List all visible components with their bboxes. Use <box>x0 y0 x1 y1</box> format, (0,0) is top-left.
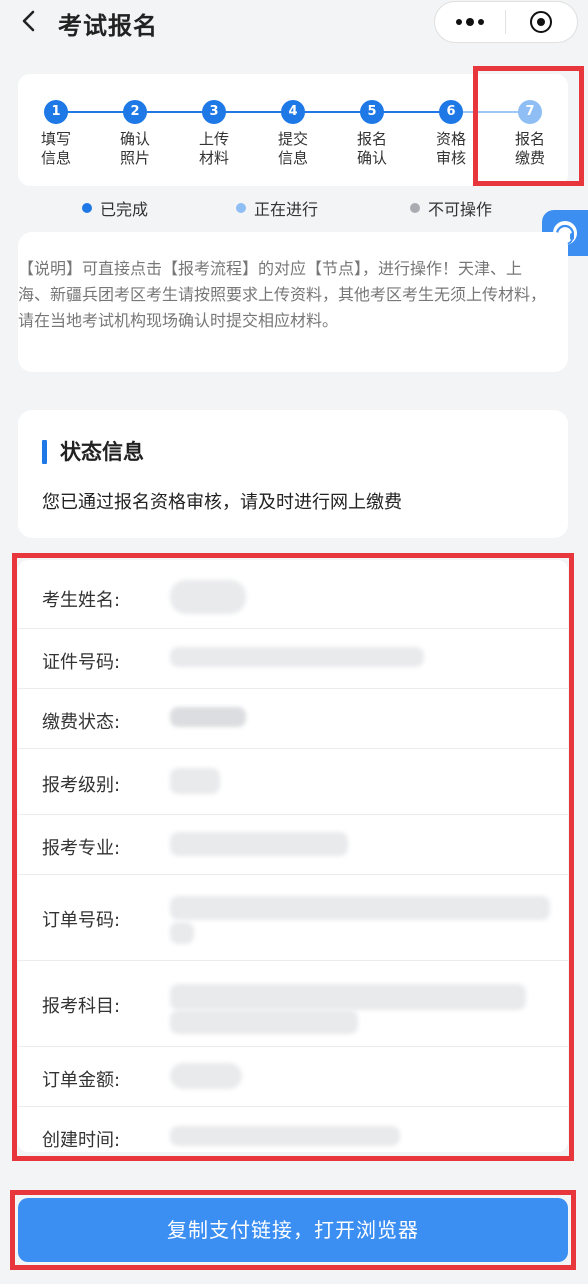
redacted-value <box>170 1063 242 1089</box>
info-row-id: 证件号码: <box>18 628 568 689</box>
step-upload-materials[interactable]: 3 上传 材料 <box>184 100 244 168</box>
candidate-info-card: 考生姓名: 证件号码: 缴费状态: 报考级别: 报考专业: 订单号码: 报考科目… <box>18 560 568 1152</box>
mini-program-capsule <box>434 1 578 43</box>
progress-steps-card: 1 填写 信息 2 确认 照片 3 上传 材料 4 提交 信息 5 报名 确认 6 资格审… <box>18 74 568 186</box>
more-dots-icon <box>456 18 484 26</box>
legend-current: 正在进行 <box>236 196 318 220</box>
step-number: 3 <box>202 100 226 124</box>
info-label: 报考专业: <box>42 838 121 859</box>
current-dot-icon <box>236 203 246 213</box>
info-label: 证件号码: <box>42 652 121 673</box>
instruction-note-card: 【说明】可直接点击【报考流程】的对应【节点】，进行操作！天津、上海、新疆兵团考区… <box>18 232 568 372</box>
info-row-pay-status: 缴费状态: <box>18 688 568 749</box>
redacted-value <box>170 768 220 794</box>
instruction-text: 【说明】可直接点击【报考流程】的对应【节点】，进行操作！天津、上海、新疆兵团考区… <box>18 259 547 330</box>
info-label: 报考科目: <box>42 996 121 1017</box>
legend-done: 已完成 <box>82 196 148 220</box>
info-label: 报考级别: <box>42 775 121 796</box>
step-number: 5 <box>360 100 384 124</box>
info-row-order-no: 订单号码: <box>18 874 568 961</box>
section-marker <box>42 440 47 464</box>
legend-label: 正在进行 <box>254 200 319 219</box>
step-submit-info[interactable]: 4 提交 信息 <box>263 100 323 168</box>
redacted-value <box>170 707 246 727</box>
copy-payment-link-button[interactable]: 复制支付链接，打开浏览器 <box>18 1198 568 1262</box>
redacted-value <box>170 922 194 944</box>
step-number: 7 <box>518 100 542 124</box>
nav-bar: 考试报名 <box>0 0 588 46</box>
page-title: 考试报名 <box>58 12 158 40</box>
step-label: 报名 确认 <box>356 130 387 167</box>
redacted-value <box>170 984 526 1010</box>
info-label: 缴费状态: <box>42 712 121 733</box>
info-row-name: 考生姓名: <box>18 560 568 629</box>
step-label: 提交 信息 <box>277 130 308 167</box>
redacted-value <box>170 1010 358 1034</box>
step-registration-payment[interactable]: 7 报名 缴费 <box>500 100 560 168</box>
info-row-major: 报考专业: <box>18 814 568 875</box>
status-info-card: 状态信息 您已通过报名资格审核，请及时进行网上缴费 <box>18 410 568 538</box>
step-label: 确认 照片 <box>119 130 150 167</box>
redacted-value <box>170 1126 400 1146</box>
redacted-value <box>170 832 348 856</box>
info-row-created: 创建时间: <box>18 1106 568 1152</box>
chevron-left-icon[interactable] <box>16 8 42 34</box>
step-registration-confirm[interactable]: 5 报名 确认 <box>342 100 402 168</box>
redacted-value <box>170 647 424 667</box>
close-button[interactable] <box>506 2 576 42</box>
info-row-level: 报考级别: <box>18 748 568 815</box>
status-message: 您已通过报名资格审核，请及时进行网上缴费 <box>42 492 402 513</box>
info-label: 订单号码: <box>42 910 121 931</box>
step-label: 资格 审核 <box>435 130 466 167</box>
step-number: 4 <box>281 100 305 124</box>
target-circle-icon <box>530 11 552 33</box>
done-dot-icon <box>82 203 92 213</box>
legend-disabled: 不可操作 <box>410 196 492 220</box>
legend-label: 不可操作 <box>428 200 493 219</box>
step-label: 上传 材料 <box>198 130 229 167</box>
step-label: 填写 信息 <box>40 130 71 167</box>
info-label: 创建时间: <box>42 1130 121 1151</box>
step-number: 2 <box>123 100 147 124</box>
more-button[interactable] <box>435 2 505 42</box>
step-qualification-review[interactable]: 6 资格 审核 <box>421 100 481 168</box>
step-number: 1 <box>44 100 68 124</box>
step-label: 报名 缴费 <box>514 130 545 167</box>
step-confirm-photo[interactable]: 2 确认 照片 <box>105 100 165 168</box>
info-row-amount: 订单金额: <box>18 1046 568 1107</box>
step-fill-info[interactable]: 1 填写 信息 <box>26 100 86 168</box>
info-label: 考生姓名: <box>42 590 121 611</box>
redacted-value <box>170 896 550 920</box>
step-number: 6 <box>439 100 463 124</box>
status-title: 状态信息 <box>60 440 144 464</box>
step-legend: 已完成 正在进行 不可操作 <box>0 196 588 222</box>
redacted-value <box>170 580 246 614</box>
info-label: 订单金额: <box>42 1070 121 1091</box>
legend-label: 已完成 <box>100 200 149 219</box>
info-row-subject: 报考科目: <box>18 960 568 1047</box>
disabled-dot-icon <box>410 203 420 213</box>
